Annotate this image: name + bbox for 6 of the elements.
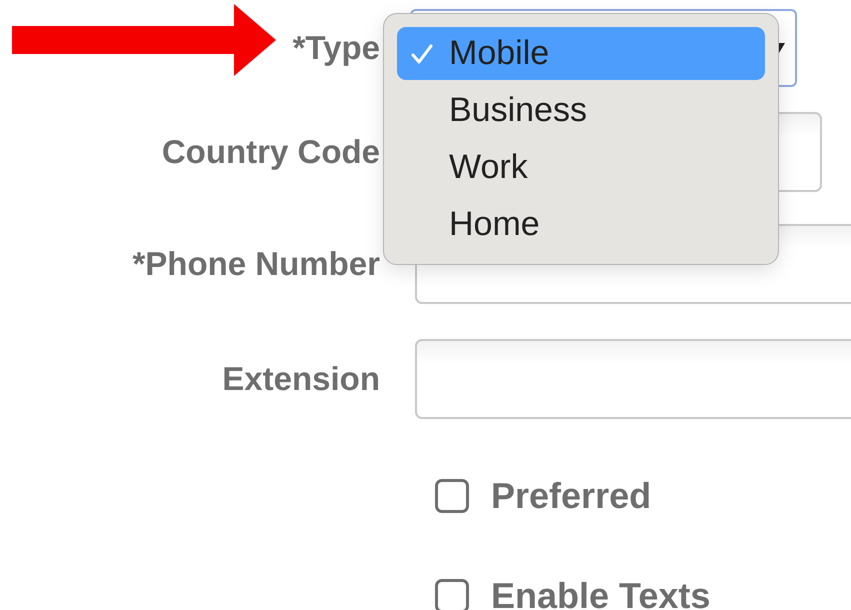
checkbox-label: Enable Texts bbox=[491, 574, 710, 610]
field-label: Extension bbox=[222, 360, 381, 398]
field-label: *Type bbox=[292, 29, 381, 67]
field-label: Country Code bbox=[162, 133, 381, 171]
checkbox-label: Preferred bbox=[491, 474, 652, 516]
field-label: *Phone Number bbox=[132, 245, 381, 283]
